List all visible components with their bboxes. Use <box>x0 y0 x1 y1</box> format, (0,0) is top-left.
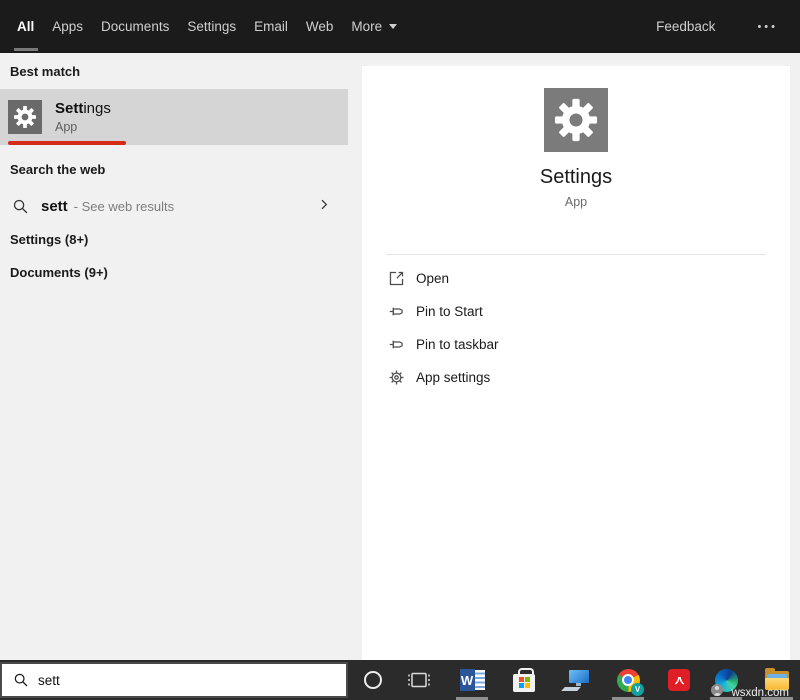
group-header-settings[interactable]: Settings (8+) <box>10 232 88 247</box>
store-taskbar-button[interactable] <box>502 660 546 700</box>
action-pin-to-taskbar[interactable]: Pin to taskbar <box>362 328 790 361</box>
best-match-text: Settings App <box>55 100 111 134</box>
tab-all[interactable]: All <box>13 0 38 53</box>
preview-app-title: Settings <box>539 166 613 188</box>
tab-documents[interactable]: Documents <box>100 0 170 53</box>
microsoft-store-icon <box>513 667 535 692</box>
v-badge-icon: V <box>631 683 644 696</box>
taskbar-search-box[interactable] <box>0 662 348 698</box>
settings-app-tile-gear-icon <box>544 88 608 152</box>
tab-more[interactable]: More <box>350 0 398 53</box>
search-web-header: Search the web <box>10 162 106 177</box>
feedback-button[interactable]: Feedback <box>656 19 715 34</box>
overflow-menu-icon[interactable]: ••• <box>757 21 778 33</box>
tab-web[interactable]: Web <box>305 0 335 53</box>
best-match-subtitle: App <box>55 120 78 134</box>
pc-taskbar-button[interactable] <box>554 660 598 700</box>
preview-card: Settings App Open Pin to Start Pin to ta… <box>362 66 790 660</box>
red-annotation-underline <box>8 141 126 145</box>
watermark: wsxdn.com <box>731 687 789 699</box>
action-pin-to-start[interactable]: Pin to Start <box>362 295 790 328</box>
tab-settings[interactable]: Settings <box>186 0 237 53</box>
chevron-down-icon <box>389 24 398 29</box>
word-taskbar-button[interactable]: W <box>450 660 494 700</box>
action-open[interactable]: Open <box>362 262 790 295</box>
active-tab-underline <box>13 48 38 51</box>
web-suggestion-query: sett <box>41 198 68 215</box>
best-match-title: Settings <box>55 100 111 117</box>
search-icon <box>14 673 28 687</box>
word-icon: W <box>459 669 485 691</box>
results-panel: Best match Settings App Search the web s… <box>0 53 348 660</box>
profile-avatar-badge <box>711 684 723 696</box>
preview-app-subtitle: App <box>564 195 588 209</box>
cortana-button[interactable] <box>351 660 395 700</box>
search-filter-bar: All Apps Documents Settings Email Web Mo… <box>0 0 800 53</box>
best-match-header: Best match <box>10 64 81 79</box>
acrobat-icon <box>668 669 690 691</box>
task-view-button[interactable] <box>397 660 441 700</box>
search-icon <box>13 199 28 214</box>
preview-area: Settings App Open Pin to Start Pin to ta… <box>348 53 800 660</box>
action-list: Open Pin to Start Pin to taskbar App set… <box>362 262 790 394</box>
best-match-result-settings[interactable]: Settings App <box>0 89 348 145</box>
web-suggestion-hint: - See web results <box>73 199 175 214</box>
tab-all-label: All <box>17 19 35 34</box>
open-icon <box>388 270 405 287</box>
taskbar: W V <box>0 660 800 700</box>
computer-icon <box>560 669 590 692</box>
windows-search-flyout: All Apps Documents Settings Email Web Mo… <box>0 0 800 700</box>
chevron-right-icon[interactable] <box>316 196 332 217</box>
search-input[interactable] <box>38 672 308 688</box>
group-header-documents[interactable]: Documents (9+) <box>10 265 108 280</box>
acrobat-taskbar-button[interactable] <box>657 660 701 700</box>
web-suggestion-row[interactable]: sett - See web results <box>0 186 348 227</box>
pin-icon <box>388 336 405 353</box>
task-view-icon <box>408 672 430 688</box>
settings-gear-icon <box>8 100 42 134</box>
divider <box>386 254 766 255</box>
gear-outline-icon <box>388 369 405 386</box>
action-app-settings[interactable]: App settings <box>362 361 790 394</box>
cortana-icon <box>364 671 382 689</box>
tab-apps[interactable]: Apps <box>51 0 84 53</box>
chrome-taskbar-button[interactable]: V <box>606 660 650 700</box>
tab-email[interactable]: Email <box>253 0 289 53</box>
pin-icon <box>388 303 405 320</box>
